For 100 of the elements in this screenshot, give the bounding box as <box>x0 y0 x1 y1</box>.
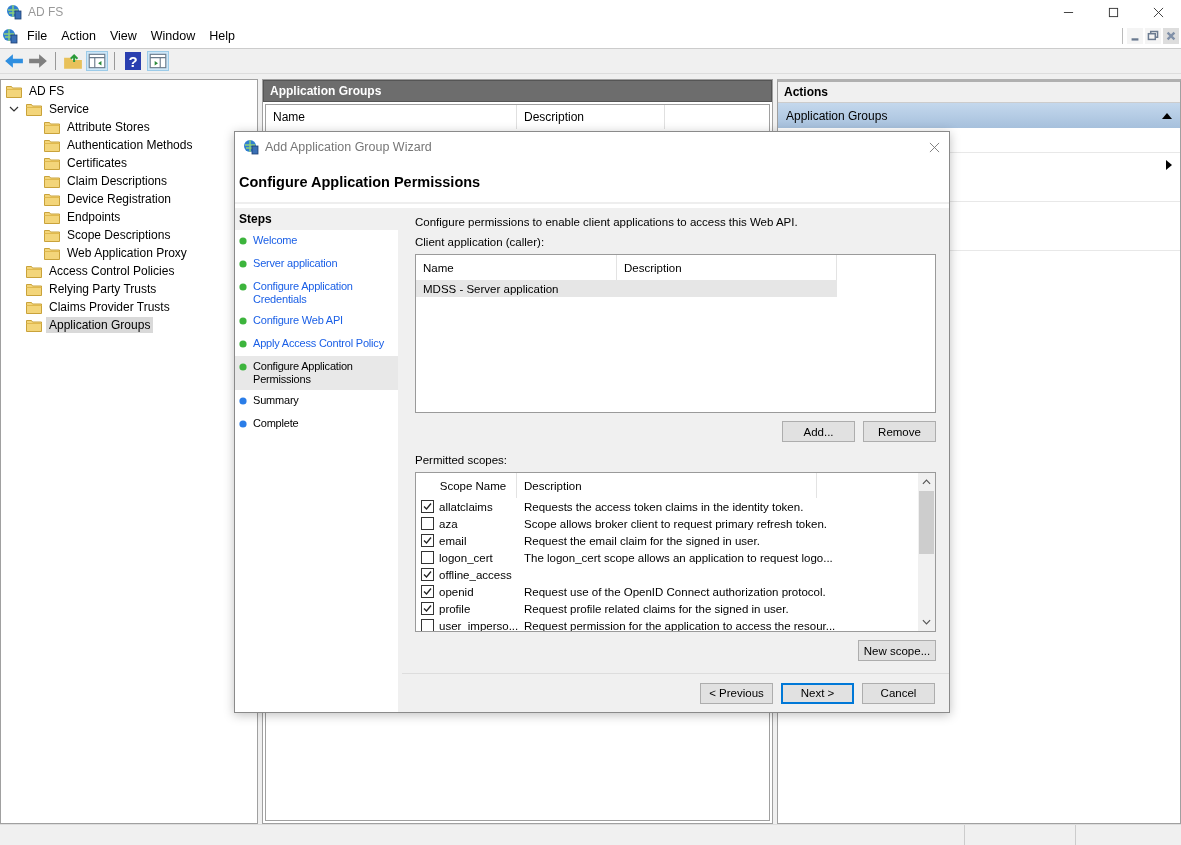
folder-icon <box>44 120 60 134</box>
chevron-icon[interactable] <box>9 104 19 114</box>
tree-item[interactable]: AD FS <box>26 83 68 99</box>
globe-icon <box>243 139 259 155</box>
section-header[interactable]: Application Groups <box>778 103 1180 128</box>
step-link[interactable]: Welcome <box>253 234 298 247</box>
globe-icon[interactable] <box>2 28 18 44</box>
step-link[interactable]: Apply Access Control Policy <box>253 337 384 350</box>
folder-icon <box>44 228 60 242</box>
scroll-thumb[interactable] <box>919 491 934 555</box>
menu-item[interactable]: Help <box>209 29 235 43</box>
checkbox[interactable] <box>421 534 434 547</box>
step-link[interactable]: Configure Application Credentials <box>253 280 396 306</box>
window-title: AD FS <box>28 5 64 19</box>
step-link[interactable]: Configure Web API <box>253 314 343 327</box>
column-header[interactable]: Name <box>266 105 517 129</box>
caret-icon <box>1166 160 1172 170</box>
panel-header: Application Groups <box>263 80 772 102</box>
nav-button[interactable]: Cancel <box>862 682 935 704</box>
tree-item[interactable]: Service <box>46 101 92 117</box>
tree-item[interactable]: Authentication Methods <box>64 137 196 153</box>
close-icon[interactable] <box>1153 6 1164 18</box>
menu-item[interactable]: Window <box>150 29 196 43</box>
scope-description: Scope allows broker client to request primary refresh token. <box>524 517 827 530</box>
tree-item[interactable]: Attribute Stores <box>64 119 153 135</box>
checkbox[interactable] <box>421 517 434 530</box>
folder-icon <box>44 138 60 152</box>
client-list[interactable]: Name Description MDSS - Server application <box>415 254 936 413</box>
scope-description: Requests the access token claims in the identity token. <box>524 500 804 513</box>
scope-name: logon_cert <box>438 551 494 564</box>
field-label: Client application (caller): <box>415 236 546 248</box>
dialog-title: Add Application Group Wizard <box>265 140 432 154</box>
column-header[interactable]: Description <box>517 473 817 498</box>
column-header[interactable]: Scope Name <box>430 473 517 498</box>
checkbox[interactable] <box>421 602 434 615</box>
tree-item[interactable]: Claim Descriptions <box>64 173 171 189</box>
step-link[interactable]: Server application <box>253 257 338 270</box>
scope-description: Request the email claim for the signed in user. <box>524 534 760 547</box>
forward-arrow-icon[interactable] <box>28 52 48 70</box>
scope-name: offline_access <box>438 568 513 581</box>
scope-name: user_imperso... <box>438 619 520 631</box>
tree-item[interactable]: Claims Provider Trusts <box>46 299 173 315</box>
column-header[interactable]: Description <box>517 105 665 129</box>
folder-icon <box>44 210 60 224</box>
tree-item[interactable]: Device Registration <box>64 191 175 207</box>
pane-icon[interactable] <box>87 52 107 70</box>
scope-name: openid <box>438 585 475 598</box>
help-button[interactable]: ? <box>125 52 141 70</box>
nav-button[interactable]: < Previous <box>700 682 773 704</box>
step-label: Configure Application Permissions <box>253 360 354 386</box>
scope-name: profile <box>438 602 472 615</box>
folder-icon <box>26 102 42 116</box>
checkbox[interactable] <box>421 551 434 564</box>
scope-name: allatclaims <box>438 500 494 513</box>
field-label: Permitted scopes: <box>415 454 509 466</box>
scrollbar[interactable] <box>918 473 935 631</box>
scroll-down-icon[interactable] <box>922 619 931 625</box>
nav-button[interactable]: Next > <box>781 682 854 704</box>
steps-header: Steps <box>235 208 398 230</box>
scope-description: Request permission for the application to access the resour... <box>524 619 836 631</box>
tree-item[interactable]: Relying Party Trusts <box>46 281 160 297</box>
intro-text: Configure permissions to enable client applications to access this Web API. <box>415 216 799 228</box>
globe-icon <box>6 4 22 20</box>
new-scope-button[interactable]: New scope... <box>858 640 936 661</box>
scope-name: aza <box>438 517 459 530</box>
folder-icon <box>6 84 22 98</box>
list-row[interactable]: MDSS - Server application <box>416 280 837 297</box>
scope-description: Request profile related claims for the signed in user. <box>524 602 789 615</box>
folder-icon <box>44 156 60 170</box>
checkbox[interactable] <box>421 568 434 581</box>
page-heading: Configure Application Permissions <box>235 162 949 204</box>
scope-description: Request use of the OpenID Connect authorization protocol. <box>524 585 826 598</box>
scope-name: email <box>438 534 468 547</box>
menu-item[interactable]: Action <box>61 29 96 43</box>
step-link[interactable]: Complete <box>253 417 299 430</box>
tree-item[interactable]: Certificates <box>64 155 131 171</box>
menu-item[interactable]: View <box>109 29 137 43</box>
checkbox[interactable] <box>421 500 434 513</box>
restore-icon[interactable] <box>1145 28 1161 44</box>
tree-item[interactable]: Endpoints <box>64 209 124 225</box>
tree-item[interactable]: Application Groups <box>46 317 154 333</box>
scroll-up-icon[interactable] <box>922 479 931 485</box>
folder-up-icon[interactable] <box>63 52 83 70</box>
folder-icon <box>44 246 60 260</box>
dialog-button[interactable]: Remove <box>863 421 936 442</box>
maximize-icon[interactable] <box>1108 6 1119 18</box>
tree-item[interactable]: Scope Descriptions <box>64 227 174 243</box>
tree-item[interactable]: Access Control Policies <box>46 263 178 279</box>
checkbox[interactable] <box>421 585 434 598</box>
tree-item[interactable]: Web Application Proxy <box>64 245 190 261</box>
dialog-button[interactable]: Add... <box>782 421 855 442</box>
pane-icon[interactable] <box>148 52 168 70</box>
menu-item[interactable]: File <box>27 29 48 43</box>
checkbox[interactable] <box>421 619 434 631</box>
folder-icon <box>26 264 42 278</box>
back-arrow-icon[interactable] <box>4 52 24 70</box>
step-link[interactable]: Summary <box>253 394 299 407</box>
folder-icon <box>26 300 42 314</box>
scope-description: The logon_cert scope allows an application to request logo... <box>524 551 833 564</box>
folder-icon <box>44 192 60 206</box>
